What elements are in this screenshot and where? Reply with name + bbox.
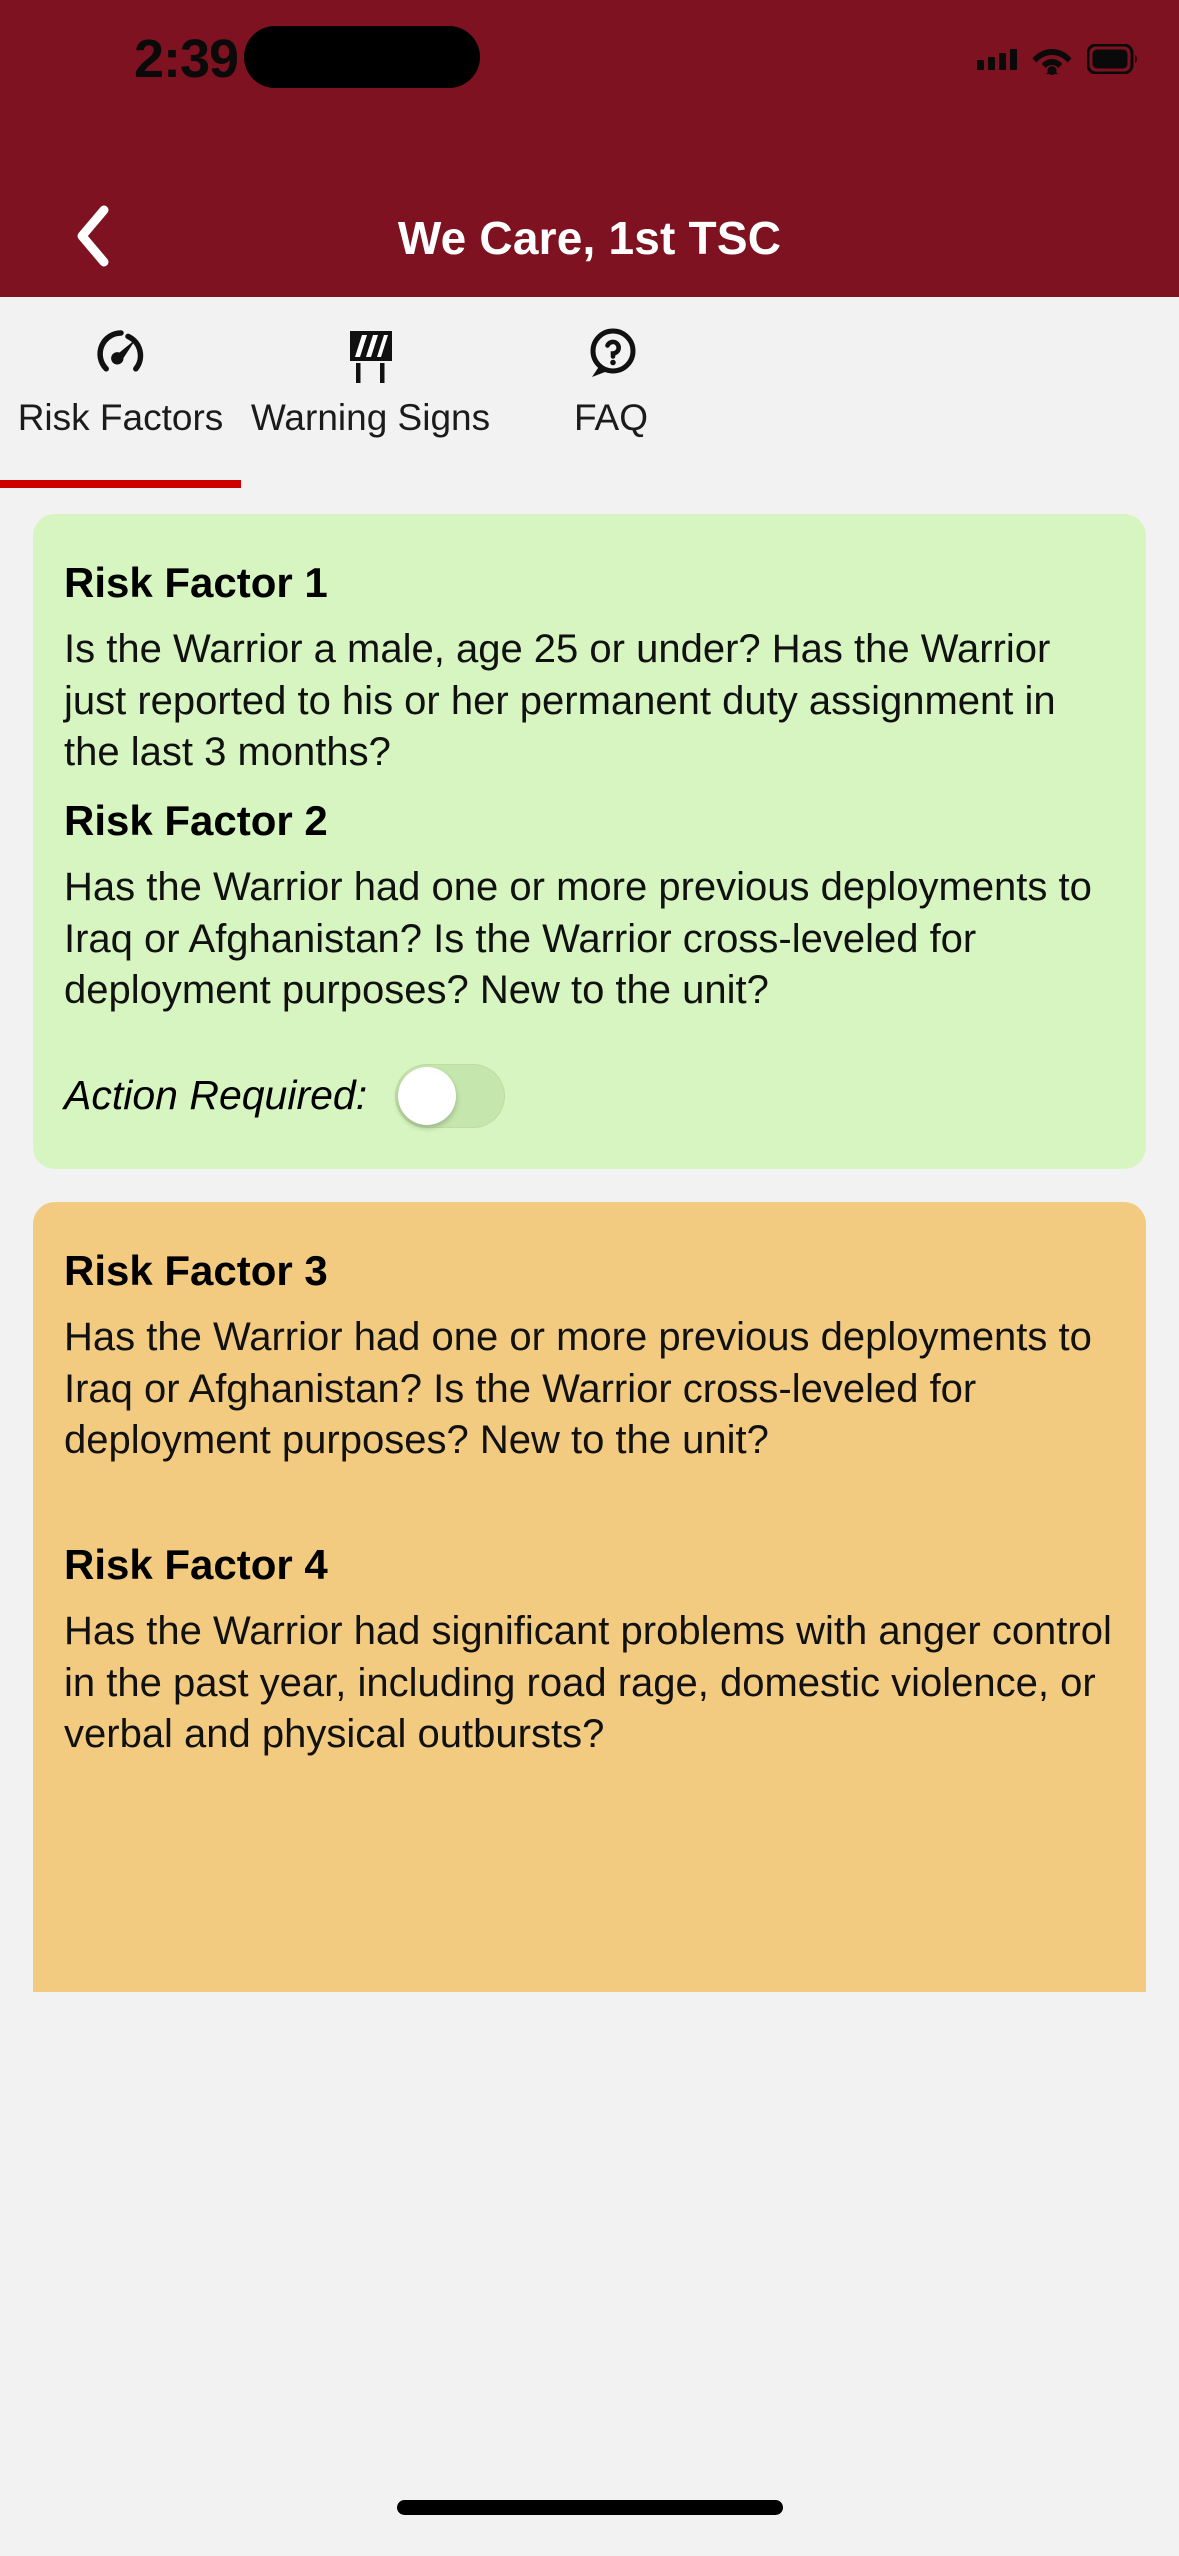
home-indicator xyxy=(396,2500,783,2515)
risk-factor-body: Has the Warrior had one or more previous… xyxy=(64,865,1092,1012)
risk-factor-title: Risk Factor 2 xyxy=(64,796,328,844)
tab-label-risk-factors: Risk Factors xyxy=(17,397,224,438)
tab-label-faq: FAQ xyxy=(573,397,649,438)
status-bar: 2:39 xyxy=(0,0,1179,178)
question-speech-bubble-icon xyxy=(580,323,642,385)
risk-factor-title: Risk Factor 4 xyxy=(64,1540,328,1588)
chevron-left-icon xyxy=(74,204,114,273)
cellular-signal-icon xyxy=(977,48,1017,70)
action-required-toggle[interactable] xyxy=(395,1063,506,1128)
page-title: We Care, 1st TSC xyxy=(397,211,782,264)
tab-warning-signs[interactable]: Warning Signs xyxy=(241,297,500,488)
risk-factor-body: Is the Warrior a male, age 25 or under? … xyxy=(64,627,1056,774)
tab-faq[interactable]: FAQ xyxy=(500,297,722,488)
road-barrier-icon xyxy=(340,323,402,385)
action-required-label: Action Required: xyxy=(64,1072,368,1119)
status-bar-indicators xyxy=(977,36,1139,82)
phone-screen: 2:39 We Care, 1st TSC Risk Factors Warni… xyxy=(0,0,1179,2556)
speedometer-icon xyxy=(90,323,152,385)
back-button[interactable] xyxy=(62,204,126,273)
tab-bar: Risk Factors Warning Signs FAQ xyxy=(0,297,1179,488)
battery-icon xyxy=(1087,44,1139,74)
risk-factor-title: Risk Factor 1 xyxy=(64,559,328,606)
risk-factor-card-green: Risk Factor 1 Is the Warrior a male, age… xyxy=(33,514,1146,1169)
action-required-row: Action Required: xyxy=(64,1063,1115,1128)
tab-active-indicator xyxy=(0,480,241,488)
wifi-icon xyxy=(1031,43,1073,75)
risk-factor-title: Risk Factor 3 xyxy=(64,1247,328,1294)
tab-label-warning-signs: Warning Signs xyxy=(250,397,491,438)
risk-factor-body: Has the Warrior had significant problems… xyxy=(64,1609,1112,1756)
tab-risk-factors[interactable]: Risk Factors xyxy=(0,297,241,488)
risk-factor-card-orange: Risk Factor 3 Has the Warrior had one or… xyxy=(33,1202,1146,1992)
dynamic-island xyxy=(244,26,480,88)
content-scroll-area[interactable]: Risk Factor 1 Is the Warrior a male, age… xyxy=(0,488,1179,2556)
nav-bar: We Care, 1st TSC xyxy=(0,178,1179,297)
risk-factor-body: Has the Warrior had one or more previous… xyxy=(64,1315,1092,1462)
toggle-knob xyxy=(398,1066,457,1125)
